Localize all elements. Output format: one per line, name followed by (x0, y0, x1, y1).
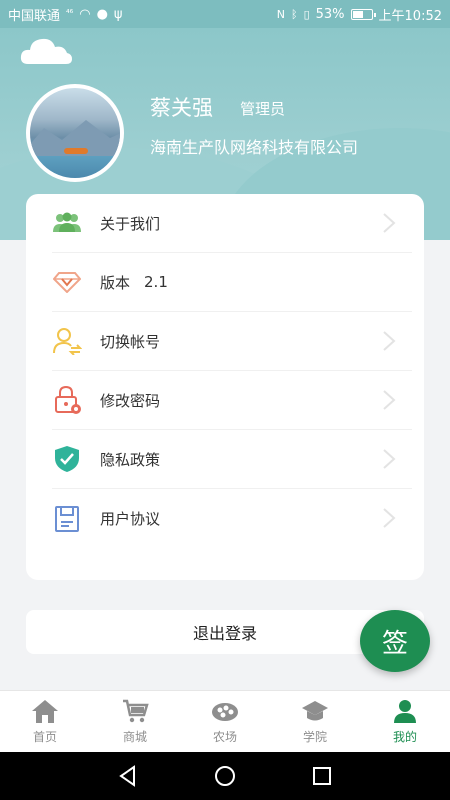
menu-item-label: 隐私政策 (100, 450, 161, 469)
lock-settings-icon (52, 385, 82, 415)
switch-user-icon (52, 326, 82, 356)
menu-item-label: 修改密码 (100, 391, 161, 410)
home-icon (32, 700, 58, 723)
version-value: 2.1 (144, 273, 168, 291)
diamond-icon (52, 267, 82, 297)
chevron-right-icon (383, 508, 396, 528)
tab-label: 学院 (302, 730, 327, 744)
menu-item-about[interactable]: 关于我们 (52, 194, 412, 253)
menu-item-privacy-policy[interactable]: 隐私政策 (52, 430, 412, 489)
settings-menu-card: 关于我们 版本 2.1 切换帐号 修改密码 隐私政策 用户协议 (26, 194, 424, 580)
user-icon (394, 700, 416, 723)
sign-in-button[interactable]: 签 (360, 610, 430, 672)
system-navigation-bar (0, 752, 450, 800)
tab-mall[interactable]: 商城 (90, 691, 180, 752)
tab-home[interactable]: 首页 (0, 691, 90, 752)
tab-farm[interactable]: 农场 (180, 691, 270, 752)
status-time: 上午10:52 (378, 8, 442, 24)
usb-icon: ψ (113, 6, 123, 22)
avatar[interactable] (26, 84, 124, 182)
tab-label: 首页 (32, 730, 57, 744)
signal-icon: ⁴⁶ (66, 9, 74, 19)
tab-label: 农场 (212, 730, 237, 744)
team-icon (52, 208, 82, 238)
tab-label: 我的 (392, 730, 417, 744)
battery-percent: 53% (315, 6, 345, 22)
chevron-right-icon (383, 331, 396, 351)
cart-icon (123, 699, 149, 723)
tab-academy[interactable]: 学院 (270, 691, 360, 752)
back-icon[interactable] (116, 764, 140, 788)
menu-item-version: 版本 2.1 (52, 253, 412, 312)
nfc-icon: N (276, 7, 285, 21)
tab-label: 商城 (122, 730, 147, 744)
user-role: 管理员 (240, 100, 286, 118)
menu-item-user-agreement[interactable]: 用户协议 (52, 489, 412, 548)
menu-item-change-password[interactable]: 修改密码 (52, 371, 412, 430)
menu-item-label: 版本 (100, 273, 131, 292)
menu-item-switch-account[interactable]: 切换帐号 (52, 312, 412, 371)
shield-check-icon (52, 444, 82, 474)
chevron-right-icon (383, 390, 396, 410)
user-name: 蔡关强 (150, 96, 213, 120)
tab-mine[interactable]: 我的 (360, 691, 450, 752)
home-circle-icon[interactable] (213, 764, 237, 788)
menu-item-label: 切换帐号 (100, 332, 161, 351)
battery-icon (350, 8, 376, 20)
cloud-icon (20, 38, 72, 64)
chevron-right-icon (383, 213, 396, 233)
chevron-right-icon (383, 449, 396, 469)
carrier-label: 中国联通 (8, 8, 61, 24)
vibrate-icon: ▯ (303, 7, 310, 21)
bluetooth-icon: ᛒ (290, 7, 298, 21)
notification-icon: ● (96, 6, 108, 22)
bottom-tab-bar: 首页 商城 农场 学院 我的 (0, 690, 450, 752)
farm-icon (212, 703, 238, 721)
company-name: 海南生产队网络科技有限公司 (150, 138, 359, 157)
status-bar: 中国联通 ⁴⁶ ◠ ● ψ N ᛒ ▯ 53% 上午10:52 (0, 0, 450, 28)
wifi-icon: ◠ (79, 6, 91, 22)
menu-item-label: 用户协议 (100, 510, 161, 528)
menu-item-label: 关于我们 (100, 214, 161, 233)
recents-icon[interactable] (310, 764, 334, 788)
graduation-cap-icon (302, 701, 328, 721)
agreement-icon (52, 504, 82, 534)
